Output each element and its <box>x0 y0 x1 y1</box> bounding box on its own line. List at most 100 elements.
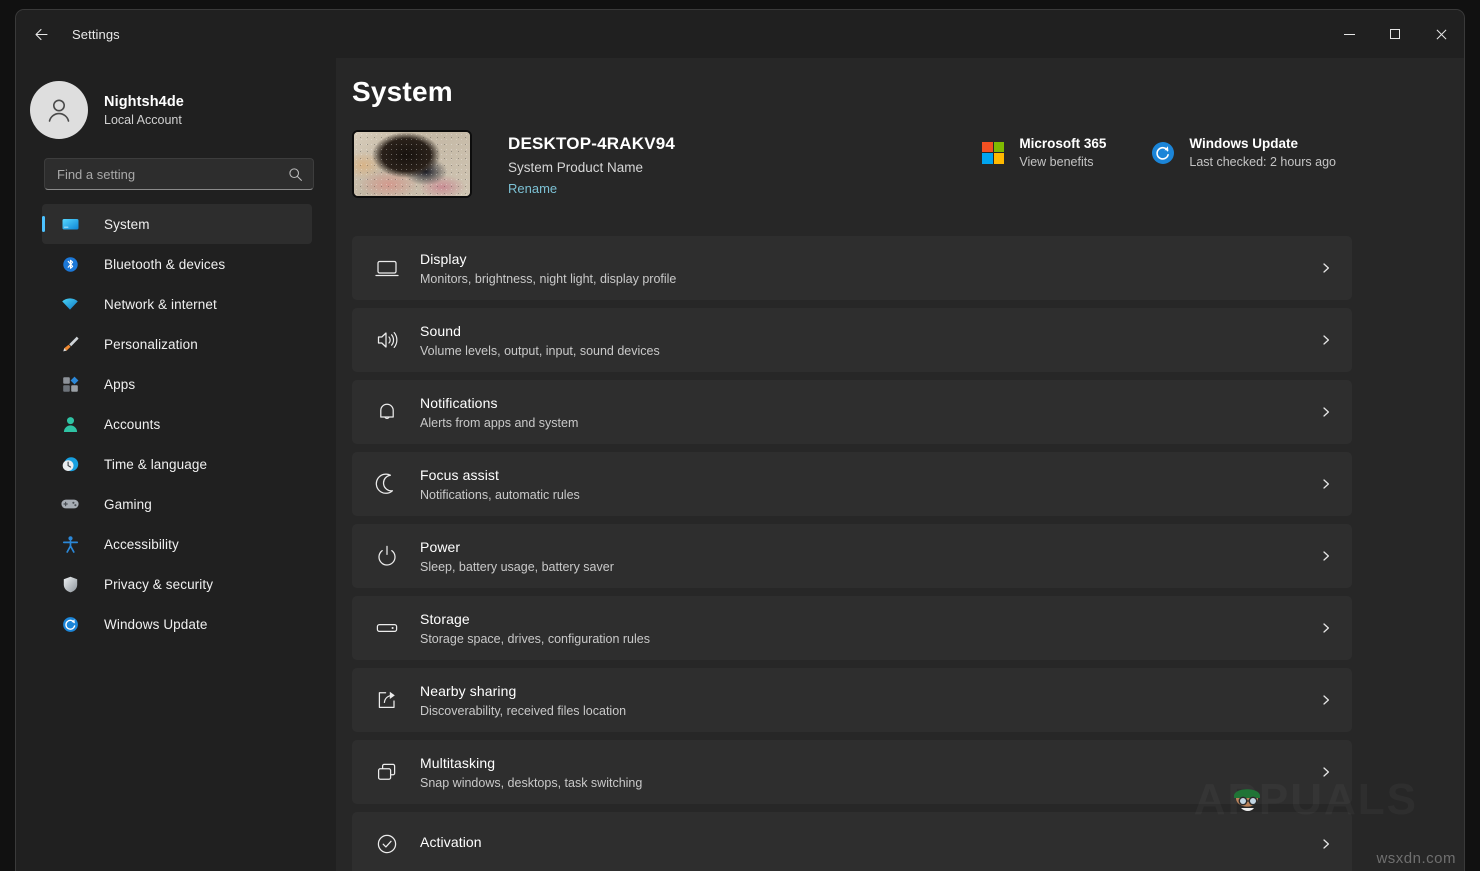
status-card-subtitle: Last checked: 2 hours ago <box>1189 155 1336 169</box>
settings-row-title: Activation <box>420 834 1318 850</box>
power-icon <box>370 539 404 573</box>
sidebar-item-label: Time & language <box>104 457 207 472</box>
sidebar-item-accounts[interactable]: Accounts <box>42 404 312 444</box>
speaker-icon <box>370 323 404 357</box>
apps-grid-icon <box>60 374 80 394</box>
settings-row-subtitle: Discoverability, received files location <box>420 704 1318 718</box>
profile-card[interactable]: Nightsh4de Local Account <box>16 62 336 146</box>
windows-update-icon <box>60 614 80 634</box>
check-circle-icon <box>370 827 404 861</box>
gamepad-icon <box>60 494 80 514</box>
sidebar-item-label: Personalization <box>104 337 198 352</box>
moon-icon <box>370 467 404 501</box>
settings-row-subtitle: Volume levels, output, input, sound devi… <box>420 344 1318 358</box>
maximize-button[interactable] <box>1372 10 1418 58</box>
share-icon <box>370 683 404 717</box>
settings-row-subtitle: Monitors, brightness, night light, displ… <box>420 272 1318 286</box>
search-box[interactable] <box>44 158 314 190</box>
settings-row-title: Multitasking <box>420 755 1318 771</box>
status-cards: Microsoft 365 View benefits Windows Upda… <box>980 136 1336 169</box>
sidebar-item-windows-update[interactable]: Windows Update <box>42 604 312 644</box>
settings-row-power[interactable]: Power Sleep, battery usage, battery save… <box>352 524 1352 588</box>
sidebar-item-label: System <box>104 217 150 232</box>
status-card-microsoft-365[interactable]: Microsoft 365 View benefits <box>980 136 1106 169</box>
microsoft-365-logo-icon <box>980 140 1006 166</box>
drive-icon <box>370 611 404 645</box>
rename-link[interactable]: Rename <box>508 181 557 196</box>
settings-row-subtitle: Snap windows, desktops, task switching <box>420 776 1318 790</box>
search-icon <box>288 167 303 182</box>
person-avatar-icon <box>43 94 75 126</box>
settings-row-display[interactable]: Display Monitors, brightness, night ligh… <box>352 236 1352 300</box>
device-name: DESKTOP-4RAKV94 <box>508 134 675 154</box>
window-title: Settings <box>72 27 120 42</box>
chevron-right-icon <box>1318 838 1334 850</box>
minimize-button[interactable] <box>1326 10 1372 58</box>
sidebar-item-system[interactable]: System <box>42 204 312 244</box>
status-card-subtitle: View benefits <box>1019 155 1106 169</box>
maximize-icon <box>1390 29 1400 39</box>
settings-row-storage[interactable]: Storage Storage space, drives, configura… <box>352 596 1352 660</box>
sidebar-item-apps[interactable]: Apps <box>42 364 312 404</box>
windows-stack-icon <box>370 755 404 789</box>
sidebar-item-time-language[interactable]: Time & language <box>42 444 312 484</box>
sidebar-item-accessibility[interactable]: Accessibility <box>42 524 312 564</box>
minimize-icon <box>1344 34 1355 35</box>
settings-row-focus-assist[interactable]: Focus assist Notifications, automatic ru… <box>352 452 1352 516</box>
sidebar-item-label: Privacy & security <box>104 577 213 592</box>
settings-row-sound[interactable]: Sound Volume levels, output, input, soun… <box>352 308 1352 372</box>
profile-name: Nightsh4de <box>104 94 184 110</box>
bluetooth-icon <box>60 254 80 274</box>
settings-row-subtitle: Alerts from apps and system <box>420 416 1318 430</box>
sidebar-item-label: Network & internet <box>104 297 217 312</box>
wifi-icon <box>60 294 80 314</box>
main-content: System DESKTOP-4RAKV94 System Product Na… <box>336 58 1464 871</box>
settings-row-nearby-sharing[interactable]: Nearby sharing Discoverability, received… <box>352 668 1352 732</box>
chevron-right-icon <box>1318 262 1334 274</box>
settings-rows-list: Display Monitors, brightness, night ligh… <box>352 236 1352 871</box>
device-header: DESKTOP-4RAKV94 System Product Name Rena… <box>352 130 1464 208</box>
sidebar-item-label: Windows Update <box>104 617 207 632</box>
bell-icon <box>370 395 404 429</box>
desktop-wallpaper-thumbnail <box>352 130 472 198</box>
profile-account-type: Local Account <box>104 113 184 127</box>
sidebar-item-personalization[interactable]: Personalization <box>42 324 312 364</box>
chevron-right-icon <box>1318 622 1334 634</box>
search-input[interactable] <box>57 167 288 182</box>
settings-row-title: Display <box>420 251 1318 267</box>
sidebar-item-label: Gaming <box>104 497 152 512</box>
back-button[interactable] <box>22 18 60 50</box>
chevron-right-icon <box>1318 694 1334 706</box>
title-bar: Settings <box>16 10 1464 58</box>
chevron-right-icon <box>1318 478 1334 490</box>
clock-globe-icon <box>60 454 80 474</box>
settings-row-activation[interactable]: Activation <box>352 812 1352 871</box>
windows-update-sync-icon <box>1150 140 1176 166</box>
sidebar-item-gaming[interactable]: Gaming <box>42 484 312 524</box>
settings-row-title: Storage <box>420 611 1318 627</box>
settings-row-subtitle: Notifications, automatic rules <box>420 488 1318 502</box>
status-card-windows-update[interactable]: Windows Update Last checked: 2 hours ago <box>1150 136 1336 169</box>
settings-row-notifications[interactable]: Notifications Alerts from apps and syste… <box>352 380 1352 444</box>
settings-row-title: Nearby sharing <box>420 683 1318 699</box>
device-info: DESKTOP-4RAKV94 System Product Name Rena… <box>508 130 675 198</box>
shield-icon <box>60 574 80 594</box>
settings-row-subtitle: Sleep, battery usage, battery saver <box>420 560 1318 574</box>
settings-row-subtitle: Storage space, drives, configuration rul… <box>420 632 1318 646</box>
close-button[interactable] <box>1418 10 1464 58</box>
device-model: System Product Name <box>508 160 675 175</box>
avatar <box>30 81 88 139</box>
paintbrush-icon <box>60 334 80 354</box>
settings-window: Settings Nightsh4de Local Account <box>16 10 1464 871</box>
sidebar-item-privacy-security[interactable]: Privacy & security <box>42 564 312 604</box>
page-title: System <box>352 76 1464 108</box>
settings-row-multitasking[interactable]: Multitasking Snap windows, desktops, tas… <box>352 740 1352 804</box>
account-person-icon <box>60 414 80 434</box>
system-monitor-icon <box>60 214 80 234</box>
status-card-title: Windows Update <box>1189 136 1336 151</box>
sidebar-item-bluetooth-devices[interactable]: Bluetooth & devices <box>42 244 312 284</box>
settings-row-title: Focus assist <box>420 467 1318 483</box>
accessibility-icon <box>60 534 80 554</box>
sidebar-item-network-internet[interactable]: Network & internet <box>42 284 312 324</box>
monitor-icon <box>370 251 404 285</box>
